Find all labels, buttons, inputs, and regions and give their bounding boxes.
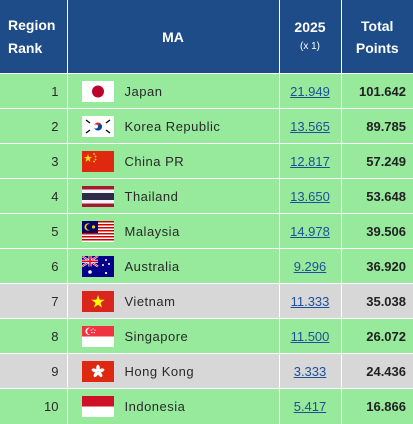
ma-cell: Thailand bbox=[67, 178, 280, 214]
total-points-cell: 101.642 bbox=[341, 73, 413, 109]
ma-name: Australia bbox=[124, 258, 180, 274]
table-row: 3 China PR 12.817 57.249 bbox=[0, 143, 413, 179]
table-row: 5 Malaysia 14.978 39.506 bbox=[0, 213, 413, 249]
ma-cell: Vietnam bbox=[67, 283, 280, 319]
ma-cell: Malaysia bbox=[67, 213, 280, 249]
table-row: 1 Japan 21.949 101.642 bbox=[0, 73, 413, 109]
ranking-table: Region Rank MA 2025 (x 1) Total Points 1… bbox=[0, 0, 413, 424]
total-points-cell: 26.072 bbox=[341, 318, 413, 354]
table-row: 8 Singapore 11.500 26.072 bbox=[0, 318, 413, 354]
rank-cell: 9 bbox=[0, 353, 68, 389]
points-2025-link[interactable]: 13.650 bbox=[290, 189, 330, 204]
rank-cell: 5 bbox=[0, 213, 68, 249]
points-2025-cell: 12.817 bbox=[279, 143, 342, 179]
ma-name: China PR bbox=[124, 153, 185, 169]
ma-name: Singapore bbox=[124, 328, 189, 344]
total-points-cell: 16.866 bbox=[341, 388, 413, 424]
header-2025: 2025 (x 1) bbox=[279, 0, 342, 74]
header-rank-line2: Rank bbox=[8, 39, 43, 56]
points-2025-cell: 14.978 bbox=[279, 213, 342, 249]
rank-cell: 4 bbox=[0, 178, 68, 214]
rank-cell: 8 bbox=[0, 318, 68, 354]
points-2025-link[interactable]: 12.817 bbox=[290, 154, 330, 169]
points-2025-link[interactable]: 21.949 bbox=[290, 84, 330, 99]
korea-flag-icon bbox=[81, 115, 114, 137]
table-row: 4 Thailand 13.650 53.648 bbox=[0, 178, 413, 214]
table-header: Region Rank MA 2025 (x 1) Total Points bbox=[0, 0, 413, 74]
rank-cell: 6 bbox=[0, 248, 68, 284]
header-total-line1: Total bbox=[361, 17, 394, 34]
malaysia-flag-icon bbox=[81, 220, 114, 242]
points-2025-cell: 5.417 bbox=[279, 388, 342, 424]
table-row: 9 Hong Kong 3.333 24.436 bbox=[0, 353, 413, 389]
points-2025-cell: 9.296 bbox=[279, 248, 342, 284]
ma-cell: Hong Kong bbox=[67, 353, 280, 389]
ma-cell: Japan bbox=[67, 73, 280, 109]
points-2025-cell: 3.333 bbox=[279, 353, 342, 389]
japan-flag-icon bbox=[81, 80, 114, 102]
rank-cell: 10 bbox=[0, 388, 68, 424]
ma-name: Hong Kong bbox=[124, 363, 195, 379]
points-2025-link[interactable]: 11.500 bbox=[291, 329, 330, 344]
points-2025-cell: 11.333 bbox=[279, 283, 342, 319]
points-2025-cell: 13.650 bbox=[279, 178, 342, 214]
rank-cell: 2 bbox=[0, 108, 68, 144]
header-rank-line1: Region bbox=[8, 16, 56, 33]
points-2025-link[interactable]: 9.296 bbox=[294, 259, 327, 274]
singapore-flag-icon bbox=[81, 325, 114, 347]
total-points-cell: 24.436 bbox=[341, 353, 413, 389]
points-2025-cell: 11.500 bbox=[279, 318, 342, 354]
total-points-cell: 89.785 bbox=[341, 108, 413, 144]
indonesia-flag-icon bbox=[81, 395, 114, 417]
points-2025-link[interactable]: 3.333 bbox=[294, 364, 327, 379]
table-row: 2 Korea Republic 13.565 89.785 bbox=[0, 108, 413, 144]
ma-name: Thailand bbox=[124, 188, 179, 204]
hong-kong-flag-icon bbox=[81, 360, 114, 382]
header-2025-label: 2025 bbox=[294, 18, 326, 35]
ma-name: Malaysia bbox=[124, 223, 180, 239]
ma-cell: Australia bbox=[67, 248, 280, 284]
table-body: 1 Japan 21.949 101.642 2 Korea Republic 13.565… bbox=[0, 73, 413, 424]
ma-name: Vietnam bbox=[124, 293, 176, 309]
vietnam-flag-icon bbox=[81, 290, 114, 312]
header-2025-sub: (x 1) bbox=[300, 40, 320, 52]
table-row: 7 Vietnam 11.333 35.038 bbox=[0, 283, 413, 319]
ma-name: Indonesia bbox=[124, 398, 186, 414]
ma-cell: China PR bbox=[67, 143, 280, 179]
points-2025-link[interactable]: 13.565 bbox=[290, 119, 330, 134]
points-2025-cell: 21.949 bbox=[279, 73, 342, 109]
rank-cell: 1 bbox=[0, 73, 68, 109]
points-2025-link[interactable]: 11.333 bbox=[291, 294, 330, 309]
china-flag-icon bbox=[81, 150, 114, 172]
total-points-cell: 36.920 bbox=[341, 248, 413, 284]
ma-cell: Singapore bbox=[67, 318, 280, 354]
points-2025-link[interactable]: 5.417 bbox=[294, 399, 327, 414]
australia-flag-icon bbox=[81, 255, 114, 277]
rank-cell: 3 bbox=[0, 143, 68, 179]
total-points-cell: 35.038 bbox=[341, 283, 413, 319]
ma-name: Korea Republic bbox=[124, 118, 221, 134]
header-total-points: Total Points bbox=[341, 0, 413, 74]
thailand-flag-icon bbox=[81, 185, 114, 207]
total-points-cell: 53.648 bbox=[341, 178, 413, 214]
header-ma: MA bbox=[67, 0, 280, 74]
total-points-cell: 57.249 bbox=[341, 143, 413, 179]
rank-cell: 7 bbox=[0, 283, 68, 319]
ma-cell: Indonesia bbox=[67, 388, 280, 424]
table-row: 10 Indonesia 5.417 16.866 bbox=[0, 388, 413, 424]
ma-name: Japan bbox=[124, 83, 163, 99]
points-2025-link[interactable]: 14.978 bbox=[290, 224, 330, 239]
points-2025-cell: 13.565 bbox=[279, 108, 342, 144]
table-row: 6 Australia 9.296 36.920 bbox=[0, 248, 413, 284]
total-points-cell: 39.506 bbox=[341, 213, 413, 249]
header-total-line2: Points bbox=[355, 39, 399, 56]
header-region-rank: Region Rank bbox=[0, 0, 68, 74]
ma-cell: Korea Republic bbox=[67, 108, 280, 144]
